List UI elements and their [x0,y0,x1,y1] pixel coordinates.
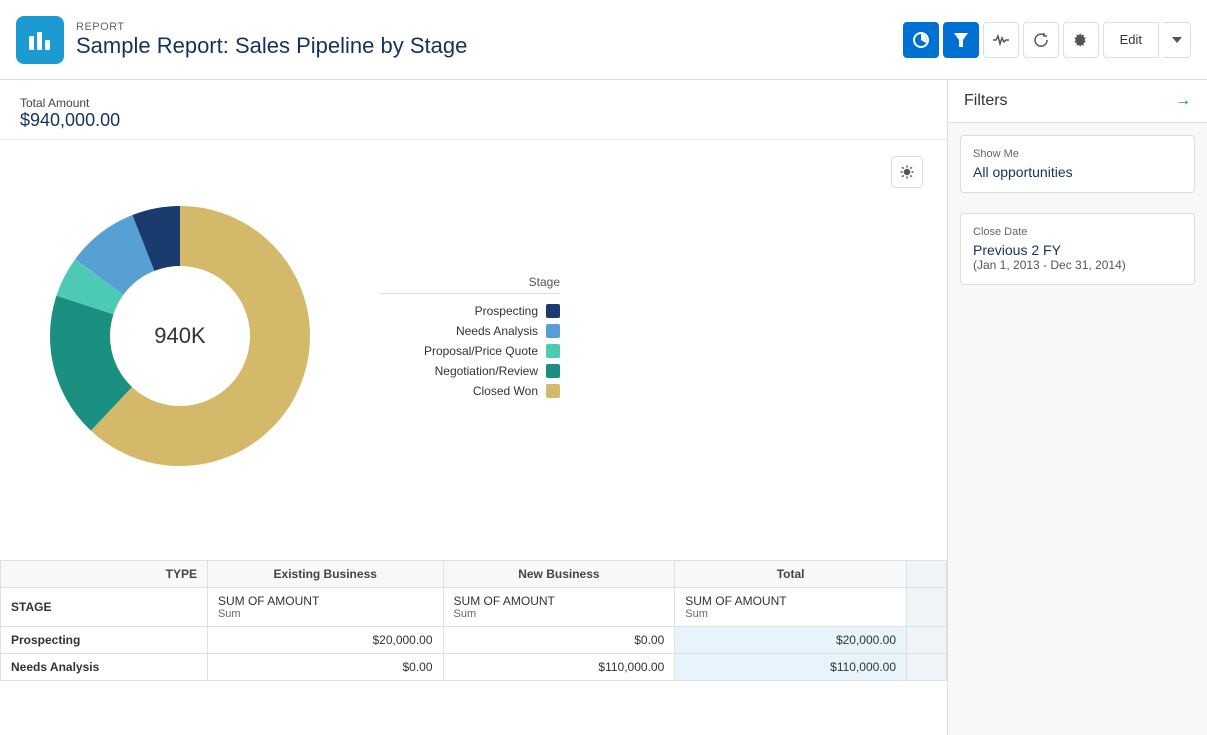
legend-label-needs-analysis: Needs Analysis [456,324,538,338]
data-table: TYPE Existing Business New Business Tota… [0,560,947,681]
total-label: Total Amount [20,96,927,110]
chart-icon [26,26,54,54]
col-nb-header: New Business [443,561,675,588]
close-date-label: Close Date [973,226,1182,238]
chart-container: 940K Stage Prospecting Needs Analysis Pr… [20,156,927,516]
nb-prospecting: $0.00 [443,627,675,654]
page-title: Sample Report: Sales Pipeline by Stage [76,33,903,59]
close-date-value: Previous 2 FY [973,242,1182,258]
chart-settings-button[interactable] [891,156,923,188]
app-icon [16,16,64,64]
stage-prospecting: Prospecting [1,627,208,654]
eb-needs-analysis: $0.00 [207,654,443,681]
report-label: REPORT [76,21,903,33]
legend-item-needs-analysis: Needs Analysis [380,324,560,338]
nb-sum-sublabel: Sum [454,608,665,620]
legend-color-closed-won [546,384,560,398]
table-header-row-stage: STAGE SUM OF AMOUNT Sum SUM OF AMOUNT Su… [1,588,947,627]
edit-button[interactable]: Edit [1103,22,1159,58]
edit-dropdown-button[interactable] [1163,22,1191,58]
col-type-header: TYPE [1,561,208,588]
legend-color-proposal [546,344,560,358]
stage-header: STAGE [1,588,208,627]
legend-color-negotiation [546,364,560,378]
legend-item-proposal: Proposal/Price Quote [380,344,560,358]
filters-title: Filters [964,92,1008,110]
legend-label-closed-won: Closed Won [473,384,538,398]
legend-title: Stage [380,275,560,294]
nb-sum-header: SUM OF AMOUNT Sum [443,588,675,627]
legend-color-needs-analysis [546,324,560,338]
pulse-button[interactable] [983,22,1019,58]
col-total-header: Total [675,561,907,588]
table-header-row-type: TYPE Existing Business New Business Tota… [1,561,947,588]
chart-area: 940K Stage Prospecting Needs Analysis Pr… [0,140,947,560]
total-value: $940,000.00 [20,110,927,131]
close-date-filter: Close Date Previous 2 FY (Jan 1, 2013 - … [960,213,1195,285]
col-eb-header: Existing Business [207,561,443,588]
total-sum-label: SUM OF AMOUNT [685,594,896,608]
nb-sum-label: SUM OF AMOUNT [454,594,665,608]
empty-cell [907,588,947,627]
eb-sum-label: SUM OF AMOUNT [218,594,433,608]
settings-button[interactable] [1063,22,1099,58]
legend-item-closed-won: Closed Won [380,384,560,398]
total-needs-analysis: $110,000.00 [675,654,907,681]
main-container: Total Amount $940,000.00 [0,80,1207,735]
close-date-sub: (Jan 1, 2013 - Dec 31, 2014) [973,258,1182,272]
empty-cell-3 [907,654,947,681]
chart-legend: Stage Prospecting Needs Analysis Proposa… [380,275,560,398]
legend-label-prospecting: Prospecting [475,304,538,318]
table-row: Prospecting $20,000.00 $0.00 $20,000.00 [1,627,947,654]
legend-label-proposal: Proposal/Price Quote [424,344,538,358]
content-area: Total Amount $940,000.00 [0,80,947,735]
donut-chart: 940K [20,156,340,516]
col-empty [907,561,947,588]
total-prospecting: $20,000.00 [675,627,907,654]
filters-header: Filters → [948,80,1207,123]
show-me-value: All opportunities [973,164,1182,180]
eb-prospecting: $20,000.00 [207,627,443,654]
header: REPORT Sample Report: Sales Pipeline by … [0,0,1207,80]
eb-sum-header: SUM OF AMOUNT Sum [207,588,443,627]
filters-expand-button[interactable]: → [1175,92,1191,110]
empty-cell-2 [907,627,947,654]
legend-item-prospecting: Prospecting [380,304,560,318]
legend-item-negotiation: Negotiation/Review [380,364,560,378]
right-panel: Filters → Show Me All opportunities Clos… [947,80,1207,735]
filter-button[interactable] [943,22,979,58]
eb-sum-sublabel: Sum [218,608,433,620]
stage-needs-analysis: Needs Analysis [1,654,208,681]
total-amount-section: Total Amount $940,000.00 [0,80,947,140]
show-me-label: Show Me [973,148,1182,160]
table-row: Needs Analysis $0.00 $110,000.00 $110,00… [1,654,947,681]
legend-label-negotiation: Negotiation/Review [435,364,538,378]
legend-color-prospecting [546,304,560,318]
total-sum-sublabel: Sum [685,608,896,620]
header-actions: Edit [903,22,1191,58]
nb-needs-analysis: $110,000.00 [443,654,675,681]
chart-view-button[interactable] [903,22,939,58]
refresh-button[interactable] [1023,22,1059,58]
total-sum-header: SUM OF AMOUNT Sum [675,588,907,627]
header-text: REPORT Sample Report: Sales Pipeline by … [76,21,903,59]
show-me-filter: Show Me All opportunities [960,135,1195,193]
